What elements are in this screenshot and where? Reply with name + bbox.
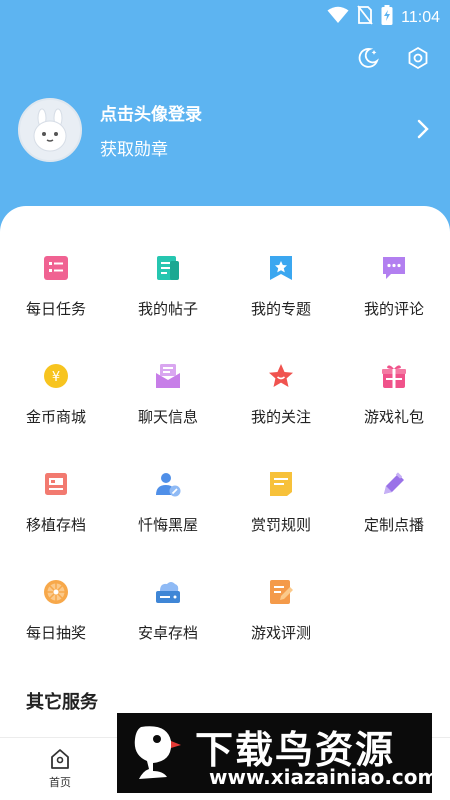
grid-item-label: 我的关注 bbox=[250, 409, 311, 426]
cloud-drive-icon bbox=[154, 578, 182, 606]
star-icon bbox=[267, 362, 295, 390]
grid-item-label: 我的专题 bbox=[250, 301, 311, 318]
review-note-icon bbox=[267, 578, 295, 606]
grid-item-my-topics[interactable]: 我的专题 bbox=[225, 240, 337, 330]
nav-home-label: 首页 bbox=[49, 777, 71, 789]
grid-item-my-follows[interactable]: 我的关注 bbox=[225, 348, 337, 438]
battery-charging-icon bbox=[381, 5, 393, 30]
document-icon bbox=[154, 254, 182, 282]
chevron-right-icon bbox=[416, 118, 430, 145]
avatar[interactable] bbox=[18, 98, 82, 162]
medal-prompt: 获取勋章 bbox=[100, 140, 168, 159]
archive-box-icon bbox=[42, 470, 70, 498]
nav-home[interactable]: 首页 bbox=[40, 748, 80, 790]
lottery-wheel-icon bbox=[42, 578, 70, 606]
grid-item-chat-messages[interactable]: 聊天信息 bbox=[112, 348, 224, 438]
grid-item-my-posts[interactable]: 我的帖子 bbox=[112, 240, 224, 330]
grid-item-label: 游戏礼包 bbox=[363, 409, 424, 426]
task-list-icon bbox=[42, 254, 70, 282]
coin-icon: ¥ bbox=[42, 362, 70, 390]
grid-item-my-comments[interactable]: 我的评论 bbox=[338, 240, 450, 330]
svg-text:¥: ¥ bbox=[52, 370, 60, 385]
grid-item-label: 忏悔黑屋 bbox=[137, 517, 198, 534]
settings-icon bbox=[408, 46, 428, 70]
no-sim-icon bbox=[357, 5, 373, 30]
status-time: 11:04 bbox=[401, 8, 440, 26]
night-mode-button[interactable] bbox=[354, 44, 382, 72]
chat-bubble-icon bbox=[380, 254, 408, 282]
grid-item-label: 聊天信息 bbox=[137, 409, 198, 426]
grid-item-daily-tasks[interactable]: 每日任务 bbox=[0, 240, 112, 330]
login-profile-row[interactable]: 点击头像登录 获取勋章 bbox=[18, 98, 432, 162]
watermark-banner: 下载鸟资源 www.xiazainiao.com bbox=[117, 713, 438, 793]
grid-item-android-save[interactable]: 安卓存档 bbox=[112, 564, 224, 654]
grid-item-penance-room[interactable]: 忏悔黑屋 bbox=[112, 456, 224, 546]
grid-item-label: 金币商城 bbox=[25, 409, 86, 426]
envelope-icon bbox=[154, 362, 182, 390]
wifi-icon bbox=[327, 6, 349, 29]
grid-item-coin-store[interactable]: ¥ 金币商城 bbox=[0, 348, 112, 438]
default-avatar-icon bbox=[33, 108, 67, 152]
settings-button[interactable] bbox=[404, 44, 432, 72]
grid-item-label: 我的评论 bbox=[363, 301, 424, 318]
grid-item-custom-request[interactable]: 定制点播 bbox=[338, 456, 450, 546]
grid-item-game-gifts[interactable]: 游戏礼包 bbox=[338, 348, 450, 438]
section-title-other-services: 其它服务 bbox=[26, 692, 98, 712]
grid-item-label: 赏罚规则 bbox=[250, 517, 311, 534]
grid-item-label: 每日抽奖 bbox=[25, 625, 86, 642]
gift-icon bbox=[380, 362, 408, 390]
grid-item-label: 定制点播 bbox=[363, 517, 424, 534]
grid-item-label: 我的帖子 bbox=[137, 301, 198, 318]
grid-item-label: 安卓存档 bbox=[137, 625, 198, 642]
moon-icon bbox=[358, 48, 379, 68]
rules-card-icon bbox=[267, 470, 295, 498]
home-icon bbox=[51, 749, 69, 769]
grid-item-label: 游戏评测 bbox=[250, 625, 311, 642]
bookmark-star-icon bbox=[267, 254, 295, 282]
grid-item-daily-lottery[interactable]: 每日抽奖 bbox=[0, 564, 112, 654]
grid-item-label: 移植存档 bbox=[25, 517, 86, 534]
user-edit-icon bbox=[154, 470, 182, 498]
watermark-url: www.xiazainiao.com bbox=[209, 765, 439, 789]
pencil-icon bbox=[380, 470, 408, 498]
status-bar: 11:04 bbox=[0, 0, 450, 30]
grid-item-label: 每日任务 bbox=[25, 301, 86, 318]
login-prompt: 点击头像登录 bbox=[100, 105, 202, 124]
profile-header: 11:04 点击头像登录 获取勋章 bbox=[0, 0, 450, 240]
grid-item-transplant-save[interactable]: 移植存档 bbox=[0, 456, 112, 546]
bird-logo-icon bbox=[134, 726, 181, 779]
grid-item-reward-rules[interactable]: 赏罚规则 bbox=[225, 456, 337, 546]
grid-item-game-review[interactable]: 游戏评测 bbox=[225, 564, 337, 654]
